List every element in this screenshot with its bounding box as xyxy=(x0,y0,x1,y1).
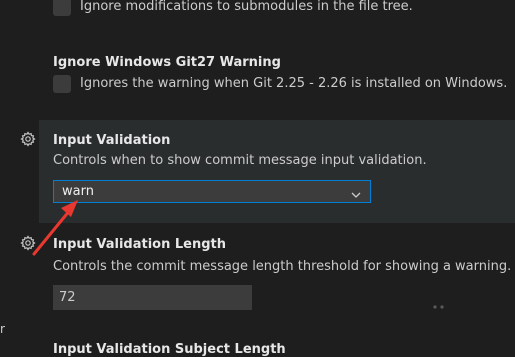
input-validation-length-title: Input Validation Length xyxy=(53,237,227,252)
input-validation-length-value: 72 xyxy=(59,290,76,305)
gear-icon[interactable] xyxy=(20,131,36,147)
input-validation-title: Input Validation xyxy=(53,133,171,148)
input-validation-length-description: Controls the commit message length thres… xyxy=(53,259,512,274)
input-validation-description: Controls when to show commit message inp… xyxy=(53,153,427,168)
ignore-windows-git27-checkbox[interactable] xyxy=(53,75,71,93)
ignore-windows-git27-title: Ignore Windows Git27 Warning xyxy=(53,55,281,70)
left-edge-fragment: r xyxy=(0,322,5,336)
faint-icon xyxy=(432,294,446,309)
ignore-submodules-checkbox[interactable] xyxy=(53,0,71,16)
input-validation-length-input[interactable]: 72 xyxy=(53,285,252,310)
ignore-submodules-description: Ignore modifications to submodules in th… xyxy=(80,0,413,14)
input-validation-select[interactable]: warn xyxy=(53,180,371,203)
ignore-windows-git27-description: Ignores the warning when Git 2.25 - 2.26… xyxy=(80,76,508,91)
input-validation-subject-length-title: Input Validation Subject Length xyxy=(53,342,286,357)
gear-icon[interactable] xyxy=(20,235,36,251)
chevron-down-icon xyxy=(350,186,362,198)
input-validation-selected-value: warn xyxy=(62,184,94,199)
